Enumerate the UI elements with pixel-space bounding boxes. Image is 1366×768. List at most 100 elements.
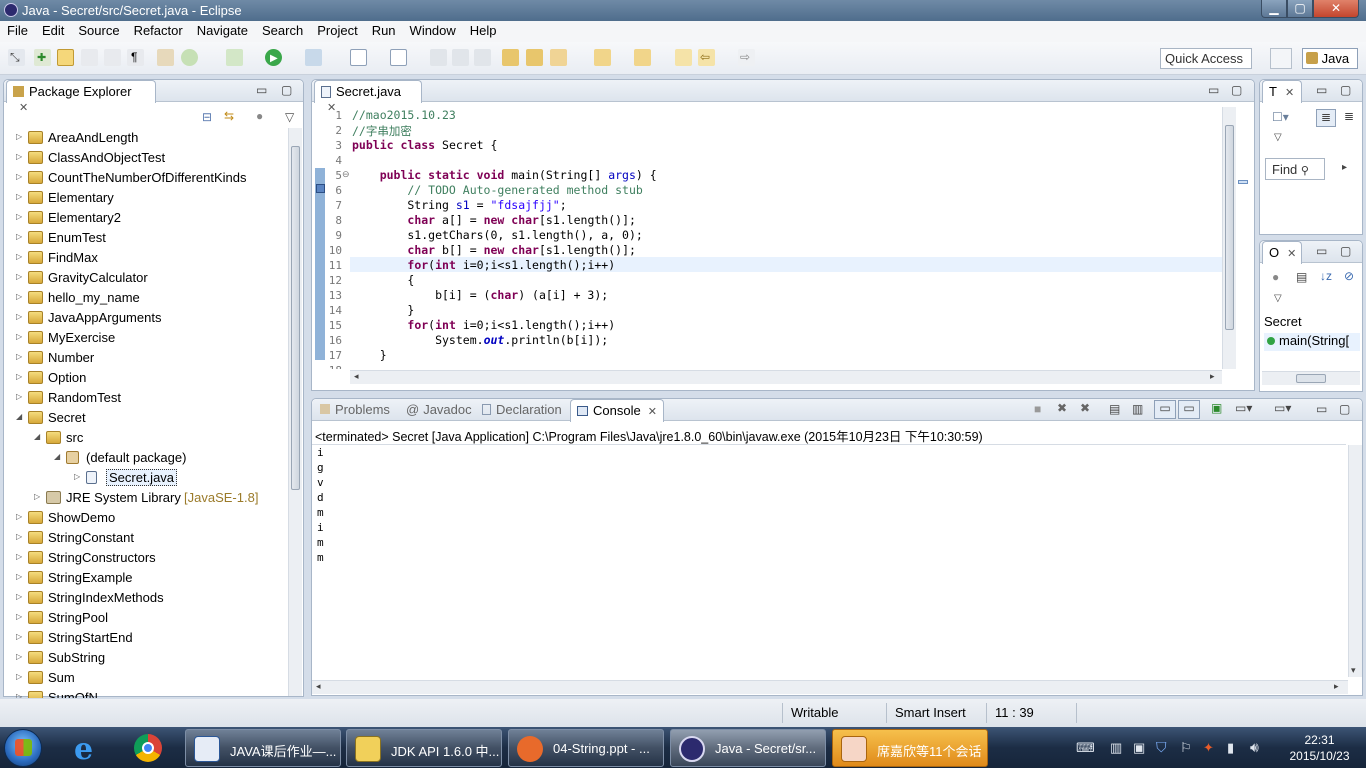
show-stdout-icon[interactable]: ▭ — [1154, 400, 1176, 419]
menu-run[interactable]: Run — [365, 21, 403, 42]
expand-arrow-icon[interactable]: ▷ — [16, 232, 26, 241]
debug-icon[interactable] — [226, 49, 243, 66]
focus-task-icon[interactable]: ● — [256, 109, 263, 123]
fox-tray-icon[interactable]: ✦ — [1203, 740, 1214, 756]
package-icon[interactable] — [157, 49, 174, 66]
task-view-menu-icon[interactable]: ▽ — [1274, 132, 1282, 143]
open-console-icon[interactable]: ▭▾ — [1274, 401, 1291, 415]
outline-hscroll-thumb[interactable] — [1296, 374, 1326, 383]
tree-project-item[interactable]: ▷ CountTheNumberOfDifferentKinds — [4, 168, 288, 188]
tree-project-item[interactable]: ▷ Elementary — [4, 188, 288, 208]
code-line[interactable]: b[i] = (char) (a[i] + 3); — [352, 288, 608, 302]
tree-project-item[interactable]: ▷ Elementary2 — [4, 208, 288, 228]
tree-project-item[interactable]: ▷ ClassAndObjectTest — [4, 148, 288, 168]
external-tools-icon[interactable] — [305, 49, 322, 66]
outline-hscroll[interactable] — [1262, 371, 1360, 385]
pin-console-icon[interactable]: ▣ — [1211, 401, 1222, 415]
menu-window[interactable]: Window — [403, 21, 463, 42]
expand-arrow-icon[interactable]: ▷ — [16, 652, 26, 661]
expand-arrow-icon[interactable]: ▷ — [16, 552, 26, 561]
tree-project-item[interactable]: ▷ StringExample — [4, 568, 288, 588]
menu-source[interactable]: Source — [71, 21, 126, 42]
code-line[interactable]: s1.getChars(0, s1.length(), a, 0); — [352, 228, 642, 242]
expand-arrow-icon[interactable]: ▷ — [16, 672, 26, 681]
close-button[interactable]: ✕ — [1313, 0, 1359, 18]
close-task-tab-icon[interactable]: ✕ — [1285, 87, 1294, 99]
chrome-taskbar-icon[interactable] — [131, 732, 165, 766]
code-area[interactable]: 1 //mao2015.10.23 2 //字串加密 3 public class Sec… — [312, 107, 1222, 369]
search-tool-icon[interactable] — [550, 49, 567, 66]
sort-icon[interactable]: ↓z — [1320, 269, 1332, 283]
new-java-icon[interactable]: ✚ — [34, 49, 51, 66]
tree-scroll-thumb[interactable] — [291, 146, 300, 490]
tree-project-item[interactable]: ▷ RandomTest — [4, 388, 288, 408]
hide-fields-icon[interactable]: ● — [1272, 270, 1279, 284]
tab-outline[interactable]: O ✕ — [1262, 241, 1302, 264]
code-line[interactable]: // TODO Auto-generated method stub — [352, 183, 642, 197]
tree-project-item[interactable]: ▷ StringConstant — [4, 528, 288, 548]
expand-arrow-icon[interactable]: ▷ — [16, 512, 26, 521]
tree-project-item[interactable]: ▷ Option — [4, 368, 288, 388]
minimize-task-icon[interactable]: ▭ — [1316, 83, 1327, 97]
expand-arrow-icon[interactable]: ▷ — [16, 332, 26, 341]
tree-project-item[interactable]: ▷ JavaAppArguments — [4, 308, 288, 328]
new-class-icon[interactable] — [350, 49, 367, 66]
tree-project-item[interactable]: ▷ hello_my_name — [4, 288, 288, 308]
code-line[interactable]: for(int i=0;i<s1.length();i++) — [352, 318, 615, 332]
last-edit-icon[interactable] — [675, 49, 692, 66]
tab-console[interactable]: Console ✕ — [570, 399, 664, 422]
console-output[interactable]: igvdmimm — [312, 445, 1346, 677]
view-menu-icon[interactable]: ▽ — [285, 110, 294, 124]
tree-project-item[interactable]: ▷ Number — [4, 348, 288, 368]
open-type-icon[interactable] — [502, 49, 519, 66]
menu-search[interactable]: Search — [255, 21, 310, 42]
display-console-icon[interactable]: ▭▾ — [1235, 401, 1252, 415]
tree-project-item[interactable]: ▷ SubString — [4, 648, 288, 668]
refresh-icon[interactable] — [181, 49, 198, 66]
print-icon[interactable] — [474, 49, 491, 66]
editor-hscroll[interactable]: ◂ ▸ — [350, 370, 1222, 384]
start-button[interactable] — [4, 729, 42, 767]
task-marker-icon[interactable] — [316, 184, 325, 193]
fold-collapse-icon[interactable]: ⊖ — [342, 169, 350, 180]
menu-navigate[interactable]: Navigate — [190, 21, 255, 42]
quick-access-field[interactable]: Quick Access — [1160, 48, 1252, 69]
save-all-icon[interactable] — [452, 49, 469, 66]
code-line[interactable]: { — [352, 273, 414, 287]
maximize-task-icon[interactable]: ▢ — [1340, 83, 1351, 97]
task-powerpoint[interactable]: 04-String.ppt - ... — [508, 729, 664, 767]
java-perspective-button[interactable]: Java — [1302, 48, 1358, 69]
menu-help[interactable]: Help — [463, 21, 504, 42]
tab-task-list[interactable]: T ✕ — [1262, 80, 1302, 103]
action-center-icon[interactable]: ⚐ — [1180, 740, 1192, 756]
next-annotation-arrow-icon[interactable] — [594, 49, 611, 66]
filter-icon[interactable]: ≣ — [1344, 109, 1354, 123]
tab-problems[interactable]: Problems — [314, 399, 396, 421]
expand-arrow-icon[interactable]: ▷ — [16, 292, 26, 301]
minimize-button[interactable]: ▁ — [1261, 0, 1287, 18]
tree-project-item[interactable]: ▷ ShowDemo — [4, 508, 288, 528]
console-scroll-left-icon[interactable]: ◂ — [316, 681, 321, 692]
back-icon[interactable]: ⇦ — [698, 49, 715, 66]
terminate-icon[interactable]: ■ — [1034, 402, 1041, 416]
expand-arrow-icon[interactable]: ▷ — [16, 192, 26, 201]
collapse-all-icon[interactable]: ⊟ — [202, 110, 212, 124]
tree-project-item[interactable]: ▷ StringPool — [4, 608, 288, 628]
scroll-lock-icon[interactable]: ▥ — [1132, 402, 1143, 416]
code-line[interactable]: //字串加密 — [352, 123, 412, 139]
code-line[interactable]: public static void main(String[] args) { — [352, 168, 657, 182]
open-perspective-button[interactable] — [1270, 48, 1292, 69]
remove-all-icon[interactable]: ✖ — [1080, 401, 1090, 415]
tree-project-item[interactable]: ▷ Sum — [4, 668, 288, 688]
tray-app-icon[interactable]: ▥ — [1110, 740, 1122, 756]
expand-arrow-icon[interactable]: ▷ — [34, 492, 44, 501]
tab-secret-java[interactable]: Secret.java ✕ — [314, 80, 422, 114]
volume-icon[interactable]: 🔊︎ — [1250, 739, 1259, 756]
menu-refactor[interactable]: Refactor — [127, 21, 190, 42]
show-whitespace-icon[interactable]: ¶ — [127, 49, 144, 66]
code-line[interactable]: public class Secret { — [352, 138, 497, 152]
forward-icon[interactable]: ⇨ — [738, 49, 755, 66]
expand-arrow-icon[interactable]: ▷ — [16, 252, 26, 261]
task-qq-chat[interactable]: 席嘉欣等11个会话 — [832, 729, 988, 767]
task-word[interactable]: JAVA课后作业—... — [185, 729, 341, 767]
